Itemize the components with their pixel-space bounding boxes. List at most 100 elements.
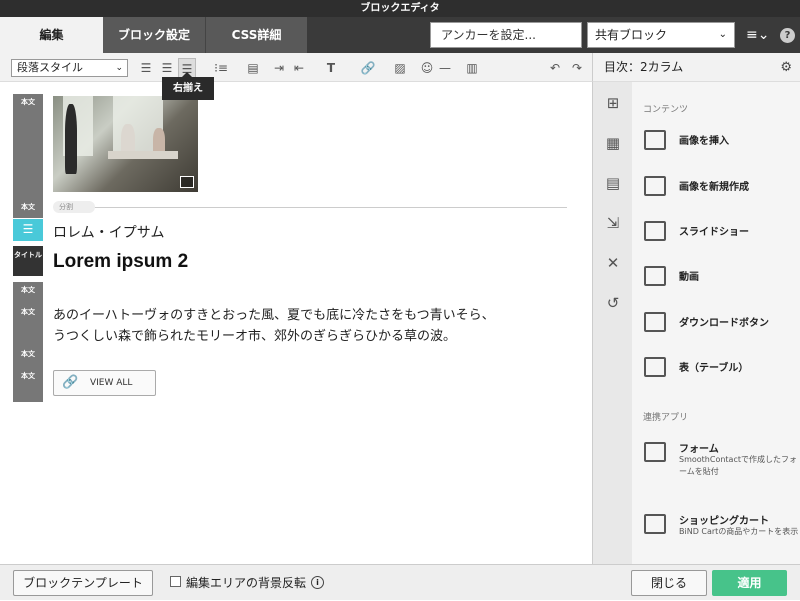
emoji-icon[interactable]: ☺ bbox=[418, 58, 436, 78]
panel-item-label: ショッピングカート bbox=[679, 516, 769, 527]
shared-block-select[interactable]: 共有ブロック ⌄ bbox=[587, 22, 735, 48]
indent-icon[interactable]: ⇥ bbox=[270, 58, 288, 78]
numbered-list-icon[interactable]: ▤ bbox=[240, 58, 266, 78]
sidebar-title: 目次：2カラム bbox=[604, 60, 684, 74]
top-bar: 編集 ブロック設定 CSS詳細 アンカーを設定... 共有ブロック ⌄ ≡⌄ ? bbox=[0, 17, 800, 53]
gutter-body[interactable]: 本文 bbox=[13, 94, 43, 194]
panel-item-insert-image[interactable]: 画像を挿入 bbox=[632, 120, 800, 160]
format-toolbar: 段落スタイル ⌄ ☰ ☰ ☰ ⁝≡ ▤ ⇥ ⇤ T 🔗 ▨ ☺ — ▥ ↶ ↷ bbox=[0, 53, 592, 82]
chevron-down-icon: ⌄ bbox=[718, 29, 727, 40]
link-icon: 🔗 bbox=[62, 375, 79, 390]
paragraph-style-select[interactable]: 段落スタイル ⌄ bbox=[11, 59, 128, 77]
view-all-button[interactable]: 🔗 VIEW ALL bbox=[53, 370, 156, 396]
panel-item-desc: BiND Cartの商品やカートを表示 bbox=[679, 527, 799, 536]
paragraph-line: うつくしい森で飾られたモリーオ市、郊外のぎらぎらひかる草の波。 bbox=[53, 329, 457, 344]
panel-item-label: 画像を新規作成 bbox=[679, 182, 749, 193]
gutter-body[interactable]: 本文 bbox=[13, 368, 43, 402]
menu-icon[interactable]: ≡⌄ bbox=[746, 22, 772, 48]
gutter-label: タイトル bbox=[14, 251, 42, 259]
panel-item-table[interactable]: 表（テーブル） bbox=[632, 347, 800, 387]
slideshow-icon bbox=[644, 221, 666, 241]
image-icon[interactable]: ▨ bbox=[387, 58, 413, 78]
block-template-button[interactable]: ブロックテンプレート bbox=[13, 570, 153, 596]
horizontal-rule-icon[interactable]: — bbox=[436, 58, 454, 78]
inserted-photo[interactable] bbox=[53, 96, 198, 192]
content-panel: コンテンツ 画像を挿入 画像を新規作成 スライドショー 動画 ダウンロードボタン… bbox=[632, 82, 800, 564]
gutter-body[interactable]: 本文 bbox=[13, 346, 43, 368]
block-title[interactable]: Lorem ipsum 2 bbox=[53, 251, 188, 273]
panel-item-label: 表（テーブル） bbox=[679, 363, 749, 374]
grid-icon[interactable]: ▦ bbox=[604, 134, 622, 152]
bullet-list-icon[interactable]: ⁝≡ bbox=[208, 58, 234, 78]
gutter-selected[interactable]: ☰ bbox=[13, 219, 43, 241]
gutter-body[interactable]: 本文 bbox=[13, 304, 43, 346]
import-icon[interactable]: ⇲ bbox=[604, 214, 622, 232]
sidebar-rail: ⊞ ▦ ▤ ⇲ ✕ ↺ bbox=[592, 82, 632, 564]
subheading[interactable]: ロレム・イプサム bbox=[53, 222, 164, 242]
divider[interactable]: 分割 bbox=[53, 201, 567, 213]
panel-item-label: 画像を挿入 bbox=[679, 136, 729, 147]
section-contents: コンテンツ bbox=[643, 105, 689, 115]
info-icon[interactable]: i bbox=[311, 576, 324, 589]
redo-icon[interactable]: ↷ bbox=[568, 58, 586, 78]
outdent-icon[interactable]: ⇤ bbox=[290, 58, 308, 78]
panel-item-create-image[interactable]: 画像を新規作成 bbox=[632, 166, 800, 206]
tab-edit[interactable]: 編集 bbox=[0, 17, 103, 53]
document-icon[interactable]: ▤ bbox=[604, 174, 622, 192]
chevron-down-icon: ⌄ bbox=[115, 63, 123, 73]
anchor-input[interactable]: アンカーを設定... bbox=[430, 22, 582, 48]
add-icon[interactable]: ⊞ bbox=[604, 94, 622, 112]
gutter-body[interactable]: 本文 bbox=[13, 194, 43, 218]
history-icon[interactable]: ↺ bbox=[604, 294, 622, 312]
help-icon[interactable]: ? bbox=[780, 28, 795, 43]
gutter-label: 本文 bbox=[21, 308, 35, 316]
photo-table bbox=[108, 151, 178, 159]
list-icon: ☰ bbox=[22, 222, 34, 236]
body-paragraph[interactable]: あのイーハトーヴォのすきとおった風、夏でも底に冷たさをもつ青いそら、 うつくしい… bbox=[53, 305, 583, 347]
form-icon bbox=[644, 442, 666, 462]
image-icon bbox=[644, 130, 666, 150]
link-icon[interactable]: 🔗 bbox=[355, 58, 381, 78]
invert-background-checkbox[interactable] bbox=[170, 576, 181, 587]
apply-button[interactable]: 適用 bbox=[712, 570, 787, 596]
section-apps: 連携アプリ bbox=[643, 413, 689, 423]
gutter-title[interactable]: タイトル bbox=[13, 246, 43, 276]
gutter-label: 本文 bbox=[21, 203, 35, 211]
gutter-label: 本文 bbox=[21, 350, 35, 358]
tab-block-settings[interactable]: ブロック設定 bbox=[103, 17, 205, 53]
photo-figure bbox=[65, 104, 77, 174]
footer-bar: ブロックテンプレート 編集エリアの背景反転 i 閉じる 適用 bbox=[0, 564, 800, 600]
gutter-label: 本文 bbox=[21, 98, 35, 106]
panel-item-form[interactable]: フォーム SmoothContactで作成したフォームを貼付 bbox=[632, 432, 800, 492]
gear-icon[interactable]: ⚙ bbox=[780, 53, 792, 82]
table-icon bbox=[644, 357, 666, 377]
paragraph-line: あのイーハトーヴォのすきとおった風、夏でも底に冷たさをもつ青いそら、 bbox=[53, 308, 495, 323]
panel-item-download-button[interactable]: ダウンロードボタン bbox=[632, 302, 800, 342]
align-center-icon[interactable]: ☰ bbox=[158, 58, 176, 78]
tools-icon[interactable]: ✕ bbox=[604, 254, 622, 272]
align-left-icon[interactable]: ☰ bbox=[137, 58, 155, 78]
panel-item-label: 動画 bbox=[679, 272, 699, 283]
divider-line bbox=[91, 207, 567, 208]
panel-item-cart[interactable]: ショッピングカート BiND Cartの商品やカートを表示 bbox=[632, 504, 800, 564]
image-edit-icon[interactable] bbox=[180, 176, 194, 188]
align-right-tooltip: 右揃え bbox=[162, 72, 214, 100]
view-all-label: VIEW ALL bbox=[90, 378, 133, 388]
invert-background-label[interactable]: 編集エリアの背景反転 bbox=[186, 565, 306, 601]
close-button[interactable]: 閉じる bbox=[631, 570, 707, 596]
column-icon[interactable]: ▥ bbox=[463, 58, 481, 78]
panel-item-video[interactable]: 動画 bbox=[632, 256, 800, 296]
panel-item-desc: SmoothContactで作成したフォームを貼付 bbox=[679, 455, 797, 476]
shared-block-value: 共有ブロック bbox=[595, 28, 668, 42]
panel-item-label: フォーム bbox=[679, 444, 719, 455]
video-icon bbox=[644, 266, 666, 286]
gutter-label: 本文 bbox=[21, 286, 35, 294]
undo-icon[interactable]: ↶ bbox=[546, 58, 564, 78]
panel-item-slideshow[interactable]: スライドショー bbox=[632, 211, 800, 251]
gutter-body[interactable]: 本文 bbox=[13, 282, 43, 304]
download-icon bbox=[644, 312, 666, 332]
window-title: ブロックエディタ bbox=[0, 0, 800, 17]
paragraph-style-value: 段落スタイル bbox=[17, 61, 83, 74]
tab-css-details[interactable]: CSS詳細 bbox=[205, 17, 307, 53]
text-format-icon[interactable]: T bbox=[318, 58, 344, 78]
